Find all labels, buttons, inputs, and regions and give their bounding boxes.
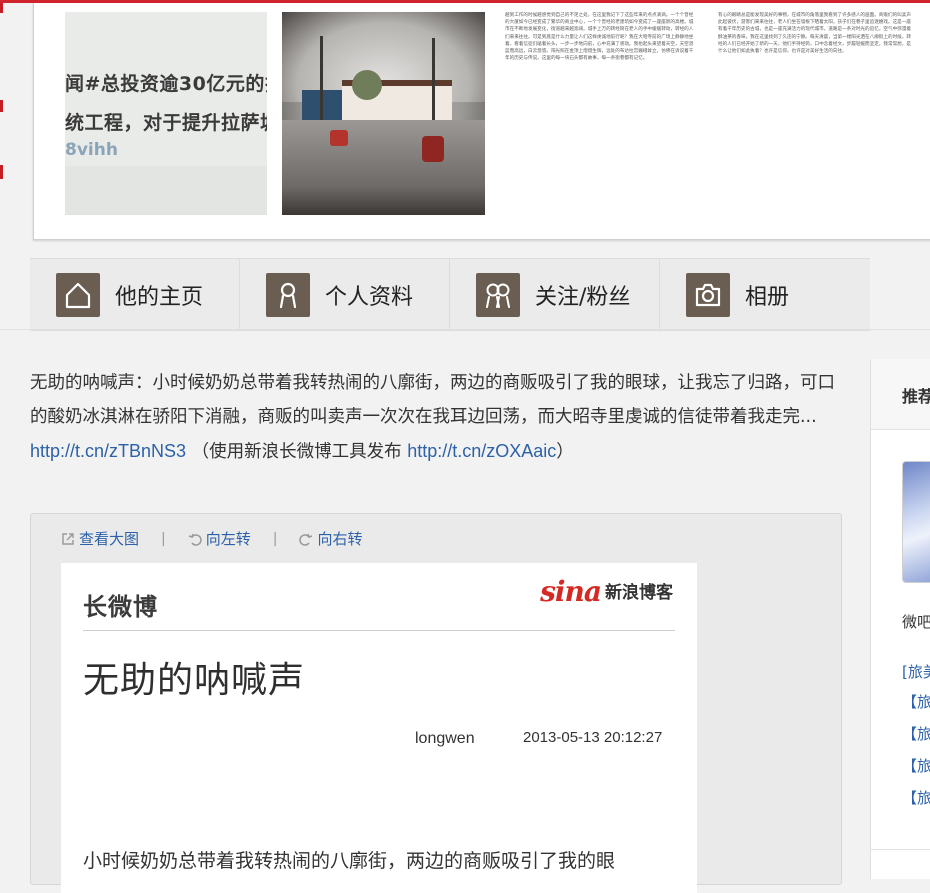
sina-logo-sub: 新浪博客	[605, 583, 673, 603]
toolbar-separator: |	[161, 530, 166, 547]
photo-rider	[330, 130, 348, 146]
photo-pole	[320, 36, 323, 126]
thumb-text-line: 统工程，对于提升拉萨城	[65, 112, 267, 134]
section-divider	[0, 329, 930, 330]
tab-profile[interactable]: 个人资料	[240, 259, 450, 330]
tab-label: 关注/粉丝	[535, 284, 631, 310]
view-large-button[interactable]: 查看大图	[61, 528, 139, 549]
post-content: 无助的呐喊声：小时候奶奶总带着我转热闹的八廓街，两边的商贩吸引了我的眼球，让我忘…	[30, 366, 842, 469]
tool-link[interactable]: http://t.cn/zOXAaic	[407, 441, 556, 461]
thumbnail-article-column[interactable]: 越到工作的时候越感觉到自己的不足之处，在这里我记下了这些年来的点点滴滴。一个个曾…	[505, 12, 695, 212]
long-weibo-image[interactable]: 长微博 sina 新浪博客 无助的呐喊声 longwen 2013-05-13 …	[61, 563, 697, 893]
post-source-prefix: （使用新浪长微博工具发布	[186, 442, 408, 462]
rotate-left-icon	[188, 533, 202, 546]
external-view-icon	[62, 532, 74, 545]
sidebar-name[interactable]: 微吧	[902, 611, 930, 632]
sidebar-divider	[871, 849, 930, 850]
left-red-mark	[0, 165, 3, 179]
sidebar-link[interactable]: 【旅	[902, 723, 930, 744]
sidebar-heading: 推荐	[902, 387, 930, 406]
rotate-right-icon	[299, 533, 313, 546]
thumb-link-text: 8vihh	[65, 140, 118, 160]
post-text: 无助的呐喊声：小时候奶奶总带着我转热闹的八廓街，两边的商贩吸引了我的眼球，让我忘…	[30, 373, 835, 427]
article-author: longwen	[415, 730, 475, 747]
article-column-text: 有心的眼睛总是能发现美好的事物，在城市的角落里我看到了许多感人的画面。商贩们的叫…	[718, 13, 911, 55]
tab-label: 个人资料	[325, 284, 414, 310]
recommend-sidebar: 推荐 微吧 [旅美 【旅 【旅 【旅 【旅	[870, 359, 930, 879]
sina-logo-word: sina	[540, 575, 602, 608]
sina-blog-logo: sina 新浪博客	[540, 575, 673, 608]
tab-label: 他的主页	[115, 284, 204, 310]
thumb-text-line: 闻#总投资逾30亿元的拉	[65, 73, 267, 95]
view-large-label: 查看大图	[79, 530, 140, 548]
short-link[interactable]: http://t.cn/zTBnNS3	[30, 441, 186, 461]
rotate-left-button[interactable]: 向左转	[188, 528, 251, 549]
long-weibo-brand: 长微博	[83, 593, 158, 621]
photo-rider	[422, 136, 444, 162]
article-date: 2013-05-13 20:12:27	[523, 729, 663, 746]
thumbnail-weibo-screenshot[interactable]: 闻#总投资逾30亿元的拉 统工程，对于提升拉萨城 8vihh	[65, 12, 267, 215]
sidebar-tag-link[interactable]: [旅美	[902, 661, 930, 682]
sidebar-link[interactable]: 【旅	[902, 787, 930, 808]
tab-home[interactable]: 他的主页	[30, 259, 240, 330]
thumbnail-article-column[interactable]: 有心的眼睛总是能发现美好的事物，在城市的角落里我看到了许多感人的画面。商贩们的叫…	[718, 12, 913, 217]
card-divider	[83, 630, 675, 631]
toolbar-separator: |	[272, 530, 278, 547]
thumbnail-photo[interactable]	[282, 12, 485, 215]
sidebar-link[interactable]: 【旅	[902, 691, 930, 712]
sidebar-header: 推荐	[871, 359, 930, 430]
rotate-left-label: 向左转	[205, 530, 251, 548]
camera-icon	[686, 272, 730, 317]
photo-tree	[352, 70, 382, 100]
tab-album[interactable]: 相册	[660, 259, 870, 330]
article-title: 无助的呐喊声	[83, 660, 306, 701]
article-column-text: 越到工作的时候越感觉到自己的不足之处，在这里我记下了这些年来的点点滴滴。一个个曾…	[505, 13, 694, 62]
thumb-strip	[65, 166, 267, 215]
media-expanded-box: 查看大图 | 向左转 | 向右转 长微博 sina 新浪博客 无助的呐喊声 lo…	[30, 513, 842, 893]
photo-pole	[432, 38, 435, 126]
left-red-mark	[0, 3, 3, 13]
post-source-suffix: ）	[556, 442, 574, 462]
photo-ground	[282, 120, 485, 215]
media-toolbar: 查看大图 | 向左转 | 向右转	[61, 528, 362, 549]
avatar[interactable]	[902, 461, 930, 583]
tab-label: 相册	[745, 284, 790, 310]
profile-tab-bar: 他的主页 个人资料 关注/粉丝 相册	[30, 258, 870, 331]
rotate-right-button[interactable]: 向右转	[299, 528, 362, 549]
article-body: 小时候奶奶总带着我转热闹的八廓街，两边的商贩吸引了我的眼	[83, 850, 616, 872]
home-icon	[56, 272, 100, 317]
left-red-mark	[0, 100, 3, 112]
sidebar-link[interactable]: 【旅	[902, 755, 930, 776]
tab-follow-fans[interactable]: 关注/粉丝	[450, 259, 660, 330]
person-icon	[266, 272, 310, 317]
people-icon	[476, 272, 520, 317]
rotate-right-label: 向右转	[317, 530, 363, 548]
